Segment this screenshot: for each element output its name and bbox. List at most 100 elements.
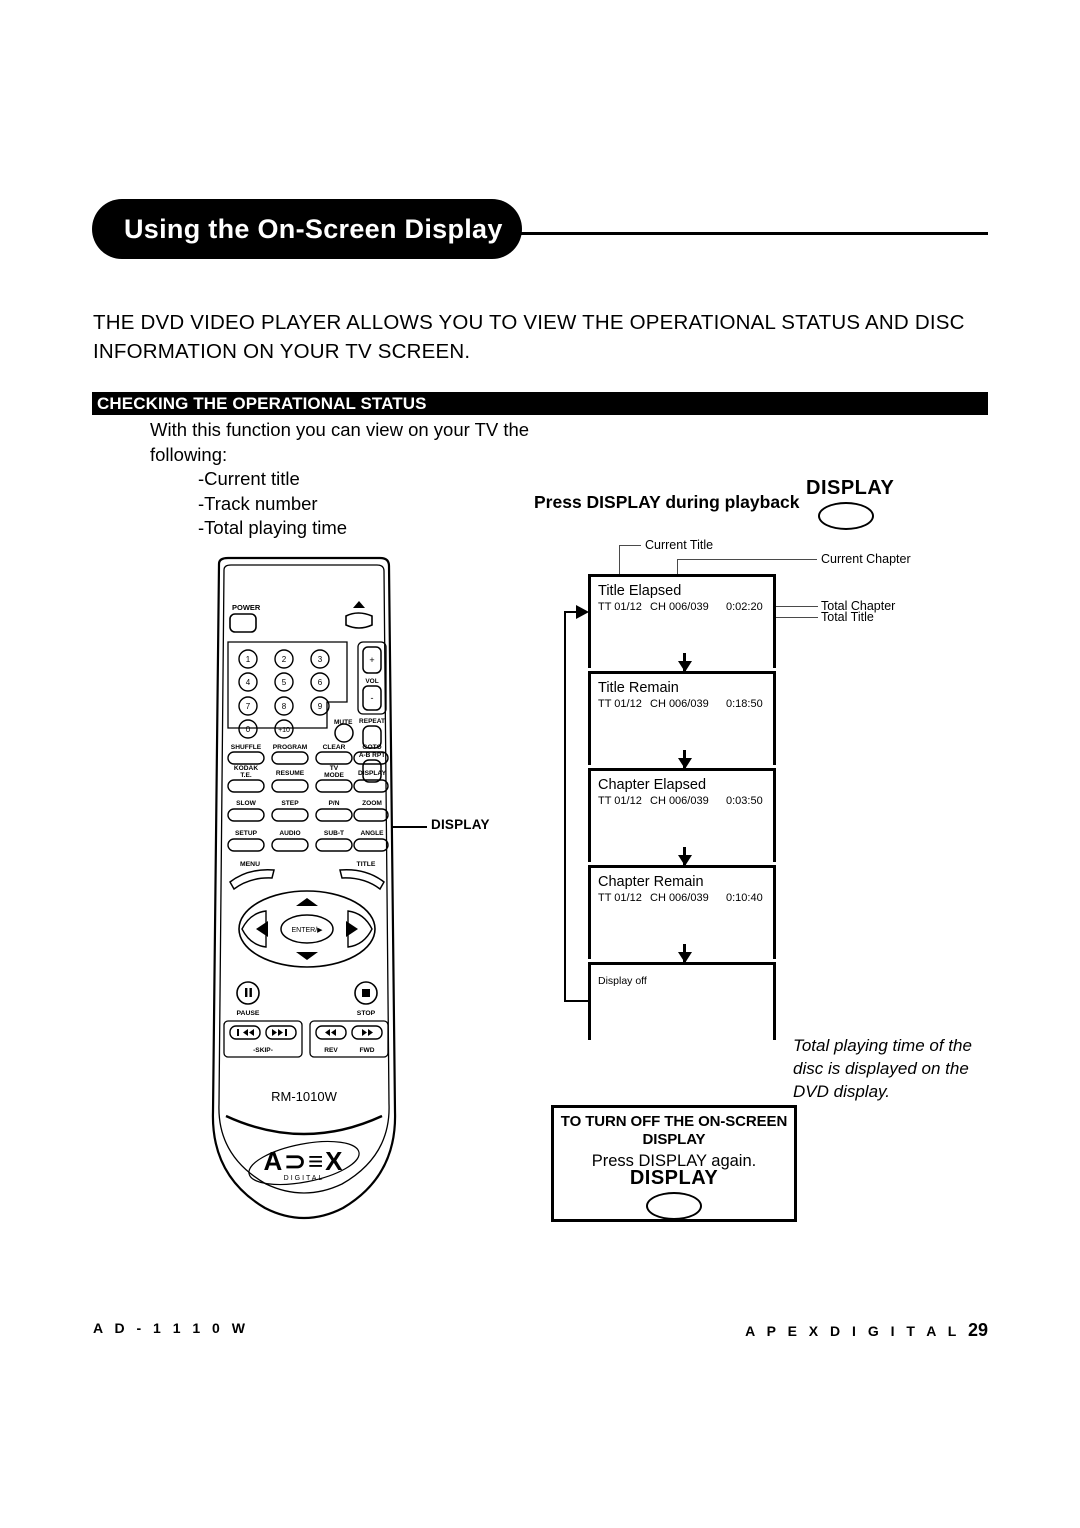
flow-arrow-4 [678,944,691,963]
apex-logo-wordmark: A⊃≡X [263,1146,344,1176]
display-callout-label: DISPLAY [431,817,490,832]
remote-label-vol-minus: - [371,693,374,703]
loop-left-segment [564,611,567,1002]
remote-label-resume: RESUME [276,770,305,777]
leader-current-title-h [619,545,641,547]
remote-label-repeat: REPEAT [359,718,385,725]
flow-arrow-1 [678,653,691,672]
remote-label-stop: STOP [357,1010,376,1017]
stop-icon [362,989,370,997]
remote-label-pn: P/N [329,800,340,807]
label-total-title: Total Title [821,610,874,624]
display-button-ellipse-bottom [646,1192,702,1220]
osd-screen-chapter-remain: Chapter Remain TT 01/12 CH 006/039 0:10:40 [588,865,776,959]
turn-off-osd-box: TO TURN OFF THE ON-SCREEN DISPLAY Press … [551,1105,797,1222]
remote-digit-3: 3 [318,655,323,664]
osd-screen-display-off: Display off [588,962,776,1040]
remote-label-tv: TV [330,765,339,772]
osd-flow-diagram: Current Title Current Chapter Total Chap… [0,0,1080,1528]
display-button-label-bottom: DISPLAY [629,1167,719,1189]
osd-time-value: 0:18:50 [726,698,763,710]
remote-label-enter: ENTER/▶ [291,927,323,934]
remote-label-program: PROGRAM [273,744,308,751]
leader-current-chapter-h [677,559,817,561]
remote-digit-5: 5 [282,678,287,687]
osd-time-value: 0:10:40 [726,892,763,904]
remote-label-power: POWER [232,603,261,612]
remote-label-kodak: KODAK [234,765,258,772]
remote-digit-8: 8 [282,702,287,711]
footer-brand: A P E X D I G I T A L [745,1323,961,1339]
flow-arrow-2 [678,750,691,769]
osd-screen-chapter-elapsed: Chapter Elapsed TT 01/12 CH 006/039 0:03:5… [588,768,776,862]
remote-label-step: STEP [281,800,299,807]
remote-label-goto: GOTO [362,744,381,751]
osd-mode-label: Title Elapsed [598,583,682,599]
turn-off-heading-line-2: DISPLAY [642,1131,706,1148]
osd-screen-title-elapsed: Title Elapsed TT 01/12 CH 006/039 0:02:20 [588,574,776,668]
osd-mode-label: Chapter Elapsed [598,777,707,793]
apex-logo-subtext: DIGITAL [284,1175,325,1182]
remote-label-skip: -SKIP- [253,1047,273,1054]
footer-model: A D - 1 1 1 0 W [93,1320,249,1336]
turn-off-heading-line-1: TO TURN OFF THE ON-SCREEN [560,1113,788,1130]
footer-page-number: 29 [967,1320,988,1340]
osd-title-value: TT 01/12 [598,698,642,710]
osd-screen-title-remain: Title Remain TT 01/12 CH 006/039 0:18:50 [588,671,776,765]
remote-label-rev: REV [324,1047,338,1054]
osd-title-value: TT 01/12 [598,892,642,904]
remote-label-audio: AUDIO [279,830,300,837]
remote-control-illustration: POWER 1 2 3 4 5 6 7 8 9 0 +10 MUTE + VOL… [186,556,422,1226]
remote-body-outline [211,556,397,1220]
osd-values: TT 01/12 CH 006/039 0:03:50 [598,795,763,808]
osd-chapter-value: CH 006/039 [650,795,709,807]
remote-digit-9: 9 [318,702,323,711]
osd-title-value: TT 01/12 [598,795,642,807]
label-current-title: Current Title [645,538,714,552]
remote-label-pause: PAUSE [237,1010,260,1017]
osd-chapter-value: CH 006/039 [650,892,709,904]
footer-brand-page: A P E X D I G I T A L 29 [745,1320,988,1341]
remote-label-vol-plus: + [369,655,374,665]
label-current-chapter: Current Chapter [821,552,911,566]
remote-label-ab-rpt: A-B RPT [359,752,385,759]
remote-label-mode: MODE [324,772,344,779]
remote-label-display: DISPLAY [358,770,387,777]
remote-label-clear: CLEAR [323,744,346,751]
osd-time-value: 0:03:50 [726,795,763,807]
remote-label-fwd: FWD [359,1047,374,1054]
loop-arrow-head [576,605,589,619]
remote-label-menu: MENU [240,861,260,868]
remote-digit-0: 0 [246,725,251,734]
remote-digit-2: 2 [282,655,287,664]
flow-arrow-3 [678,847,691,866]
loop-bottom-segment [564,1000,590,1003]
remote-label-angle: ANGLE [360,830,384,837]
total-playing-time-note: Total playing time of the disc is displa… [793,1036,972,1101]
osd-mode-label: Chapter Remain [598,874,704,890]
osd-mode-label: Display off [598,975,647,987]
remote-label-zoom: ZOOM [362,800,382,807]
osd-values: TT 01/12 CH 006/039 0:18:50 [598,698,763,711]
osd-chapter-value: CH 006/039 [650,698,709,710]
remote-digit-6: 6 [318,678,323,687]
remote-label-shuffle: SHUFFLE [231,744,262,751]
remote-label-slow: SLOW [236,800,257,807]
remote-label-sub-t: SUB-T [324,830,344,837]
remote-label-vol: VOL [365,678,378,685]
remote-label-title: TITLE [357,861,376,868]
osd-values: TT 01/12 CH 006/039 0:02:20 [598,601,763,614]
display-button-graphic-bottom: DISPLAY [554,1168,794,1220]
remote-digit-plus10: +10 [278,727,290,734]
remote-digit-4: 4 [246,678,251,687]
osd-values: TT 01/12 CH 006/039 0:10:40 [598,892,763,905]
turn-off-heading: TO TURN OFF THE ON-SCREEN DISPLAY [554,1113,794,1149]
remote-label-te: T.E. [240,772,252,779]
remote-label-mute: MUTE [334,719,353,726]
osd-mode-label: Title Remain [598,680,679,696]
remote-digit-1: 1 [246,655,251,664]
manual-page: Using the On-Screen Display THE DVD VIDE… [0,0,1080,1528]
remote-label-setup: SETUP [235,830,258,837]
remote-model-number: RM-1010W [271,1089,337,1104]
remote-digit-7: 7 [246,702,251,711]
